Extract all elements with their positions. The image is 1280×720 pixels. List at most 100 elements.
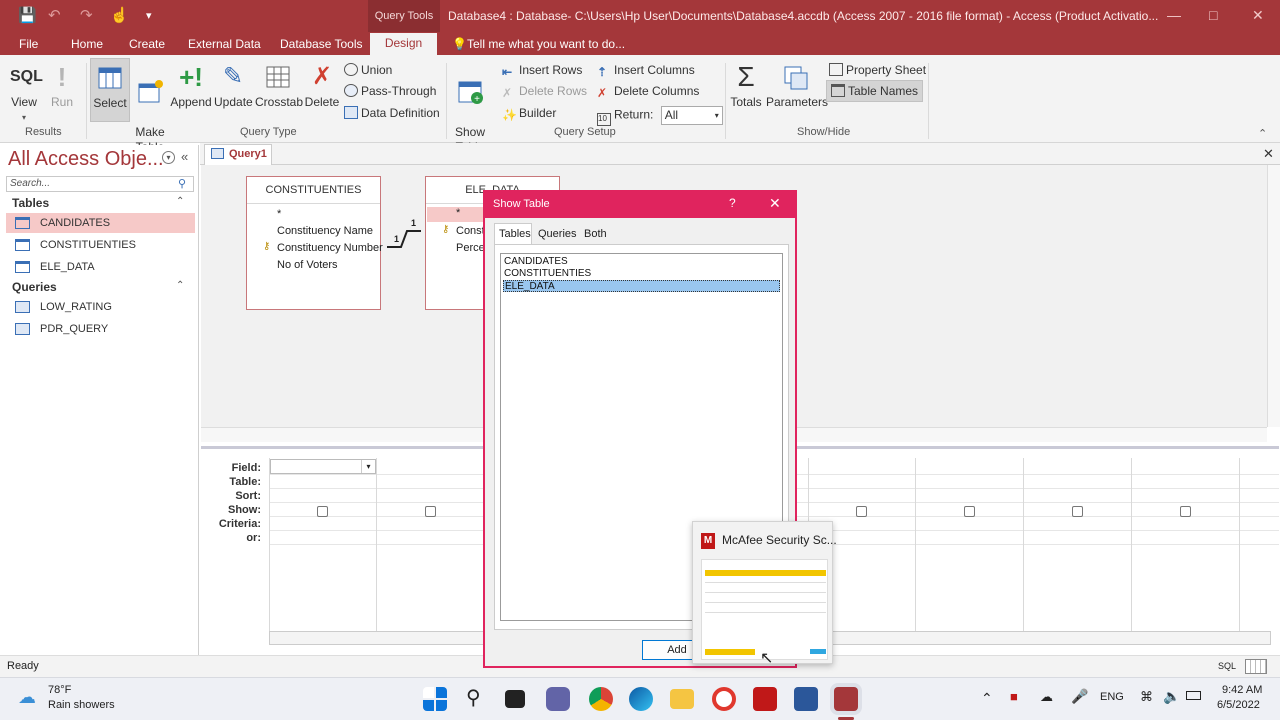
collapse-icon[interactable]: ⌃ — [176, 196, 184, 207]
design-view-icon[interactable] — [1245, 659, 1267, 674]
tab-query1[interactable]: Query1 — [204, 144, 272, 165]
delete-query-button[interactable]: ✗ Delete — [303, 63, 341, 110]
show-checkbox[interactable] — [1072, 506, 1083, 517]
view-button[interactable]: SQL View ▾ — [6, 63, 43, 125]
tables-group-header[interactable]: Tables — [12, 196, 49, 210]
list-item[interactable]: CANDIDATES — [503, 256, 780, 268]
show-checkbox[interactable] — [964, 506, 975, 517]
select-query-button[interactable]: Select — [90, 58, 130, 122]
tab-queries[interactable]: Queries — [538, 228, 577, 240]
nav-item-candidates[interactable]: CANDIDATES — [6, 213, 195, 233]
word-icon[interactable] — [794, 687, 818, 711]
touch-mode-icon[interactable]: ☝ — [110, 6, 129, 24]
property-sheet-button[interactable]: Property Sheet — [829, 63, 926, 77]
weather-cloud-icon[interactable]: ☁ — [18, 687, 36, 708]
update-button[interactable]: ✎ Update — [214, 63, 253, 110]
show-checkbox[interactable] — [856, 506, 867, 517]
chevron-up-icon[interactable]: ⌃ — [981, 690, 993, 707]
search-icon[interactable]: ⚲ — [466, 685, 481, 710]
tab-external-data[interactable]: External Data — [188, 37, 261, 51]
union-button[interactable]: Union — [344, 63, 392, 77]
tab-both[interactable]: Both — [584, 228, 607, 240]
show-checkbox[interactable] — [425, 506, 436, 517]
wifi-icon[interactable]: ⌘ — [1140, 689, 1153, 705]
clock-time[interactable]: 9:42 AM — [1222, 684, 1262, 696]
tab-home[interactable]: Home — [71, 37, 103, 51]
teams-chat-icon[interactable] — [546, 687, 570, 711]
help-button[interactable]: ? — [729, 196, 736, 210]
nav-search-input[interactable]: Search... — [6, 176, 194, 192]
delete-rows-button[interactable]: ✗ Delete Rows — [502, 84, 587, 100]
append-button[interactable]: +! Append — [170, 63, 212, 110]
list-item-selected[interactable]: ELE_DATA — [503, 280, 780, 292]
tab-database-tools[interactable]: Database Tools — [280, 37, 363, 51]
insert-rows-button[interactable]: ⇤ Insert Rows — [502, 63, 582, 79]
weather-temp[interactable]: 78°F — [48, 684, 71, 696]
customize-qat-icon[interactable]: ▾ — [146, 9, 152, 22]
undo-icon[interactable]: ↶ — [48, 6, 61, 24]
nav-menu-chevron-icon[interactable]: ▾ — [162, 151, 175, 164]
make-table-button[interactable]: Make Table — [134, 63, 166, 155]
language-indicator[interactable]: ENG — [1100, 691, 1124, 703]
crosstab-button[interactable]: Crosstab — [255, 63, 303, 110]
grid-column[interactable] — [376, 458, 377, 632]
nav-item-constituenties[interactable]: CONSTITUENTIES — [6, 235, 195, 255]
tell-me-search[interactable]: Tell me what you want to do... — [467, 37, 625, 51]
clock-date[interactable]: 6/5/2022 — [1217, 699, 1260, 711]
field-item[interactable]: Constituency Name — [277, 225, 373, 237]
grid-column[interactable] — [269, 458, 270, 632]
field-list-constituenties[interactable]: CONSTITUENTIES * Constituency Name ⚷ Con… — [246, 176, 383, 310]
field-list-title[interactable]: CONSTITUENTIES — [247, 177, 380, 204]
shutter-bar-icon[interactable]: « — [181, 149, 188, 164]
redo-icon[interactable]: ↷ — [80, 6, 93, 24]
field-item[interactable]: No of Voters — [277, 259, 338, 271]
insert-columns-button[interactable]: ⇡ Insert Columns — [597, 63, 695, 79]
delete-columns-button[interactable]: ✗ Delete Columns — [597, 84, 699, 100]
tab-design[interactable]: Design — [370, 33, 437, 55]
return-select[interactable]: All ▾ — [660, 106, 723, 125]
volume-icon[interactable]: 🔈 — [1163, 688, 1180, 705]
totals-button[interactable]: Σ Totals — [728, 63, 764, 110]
nav-item-ele-data[interactable]: ELE_DATA — [6, 257, 195, 277]
collapse-ribbon-icon[interactable]: ⌃ — [1258, 127, 1267, 140]
save-icon[interactable]: 💾 — [18, 6, 37, 24]
sql-view-shortcut[interactable]: SQL — [1218, 661, 1236, 671]
edge-icon[interactable] — [629, 687, 653, 711]
parameters-button[interactable]: Parameters — [766, 63, 828, 110]
field-item[interactable]: * — [277, 208, 281, 220]
nav-pane-title[interactable]: All Access Obje... — [8, 148, 164, 171]
close-icon[interactable]: ✕ — [769, 195, 781, 212]
close-window-icon[interactable]: ✕ — [1252, 7, 1264, 24]
tab-create[interactable]: Create — [129, 37, 165, 51]
chevron-down-icon[interactable]: ▾ — [361, 460, 375, 473]
grid-column[interactable] — [1239, 458, 1240, 632]
vertical-scrollbar[interactable] — [1267, 165, 1280, 427]
data-definition-button[interactable]: Data Definition — [344, 106, 440, 120]
security-tray-icon[interactable]: ■ — [1010, 689, 1018, 704]
mcafee-taskbar-icon[interactable] — [753, 687, 777, 711]
microphone-icon[interactable]: 🎤 — [1071, 688, 1088, 705]
task-view-icon[interactable] — [505, 690, 525, 708]
run-button[interactable]: ! Run — [48, 63, 76, 110]
weather-desc[interactable]: Rain showers — [48, 699, 115, 711]
list-item[interactable]: CONSTITUENTIES — [503, 268, 780, 280]
cloud-off-icon[interactable]: ☁ — [1040, 689, 1053, 705]
tab-tables[interactable]: Tables — [499, 228, 531, 240]
file-explorer-icon[interactable] — [670, 689, 694, 709]
opera-icon[interactable] — [712, 687, 736, 711]
field-dropdown[interactable]: ▾ — [270, 459, 376, 474]
nav-item-low-rating[interactable]: LOW_RATING — [6, 297, 195, 317]
queries-group-header[interactable]: Queries — [12, 280, 57, 294]
minimize-icon[interactable]: — — [1167, 7, 1181, 23]
grid-column[interactable] — [1131, 458, 1132, 632]
nav-item-pdr-query[interactable]: PDR_QUERY — [6, 319, 195, 339]
show-checkbox[interactable] — [317, 506, 328, 517]
show-checkbox[interactable] — [1180, 506, 1191, 517]
builder-button[interactable]: ✨ Builder — [502, 106, 556, 122]
field-item[interactable]: Const — [456, 225, 485, 237]
collapse-icon[interactable]: ⌃ — [176, 280, 184, 291]
relationship-line[interactable] — [385, 215, 427, 251]
field-item[interactable]: Constituency Number — [277, 242, 383, 254]
access-icon[interactable] — [834, 687, 858, 711]
search-icon[interactable]: ⚲ — [178, 177, 186, 190]
